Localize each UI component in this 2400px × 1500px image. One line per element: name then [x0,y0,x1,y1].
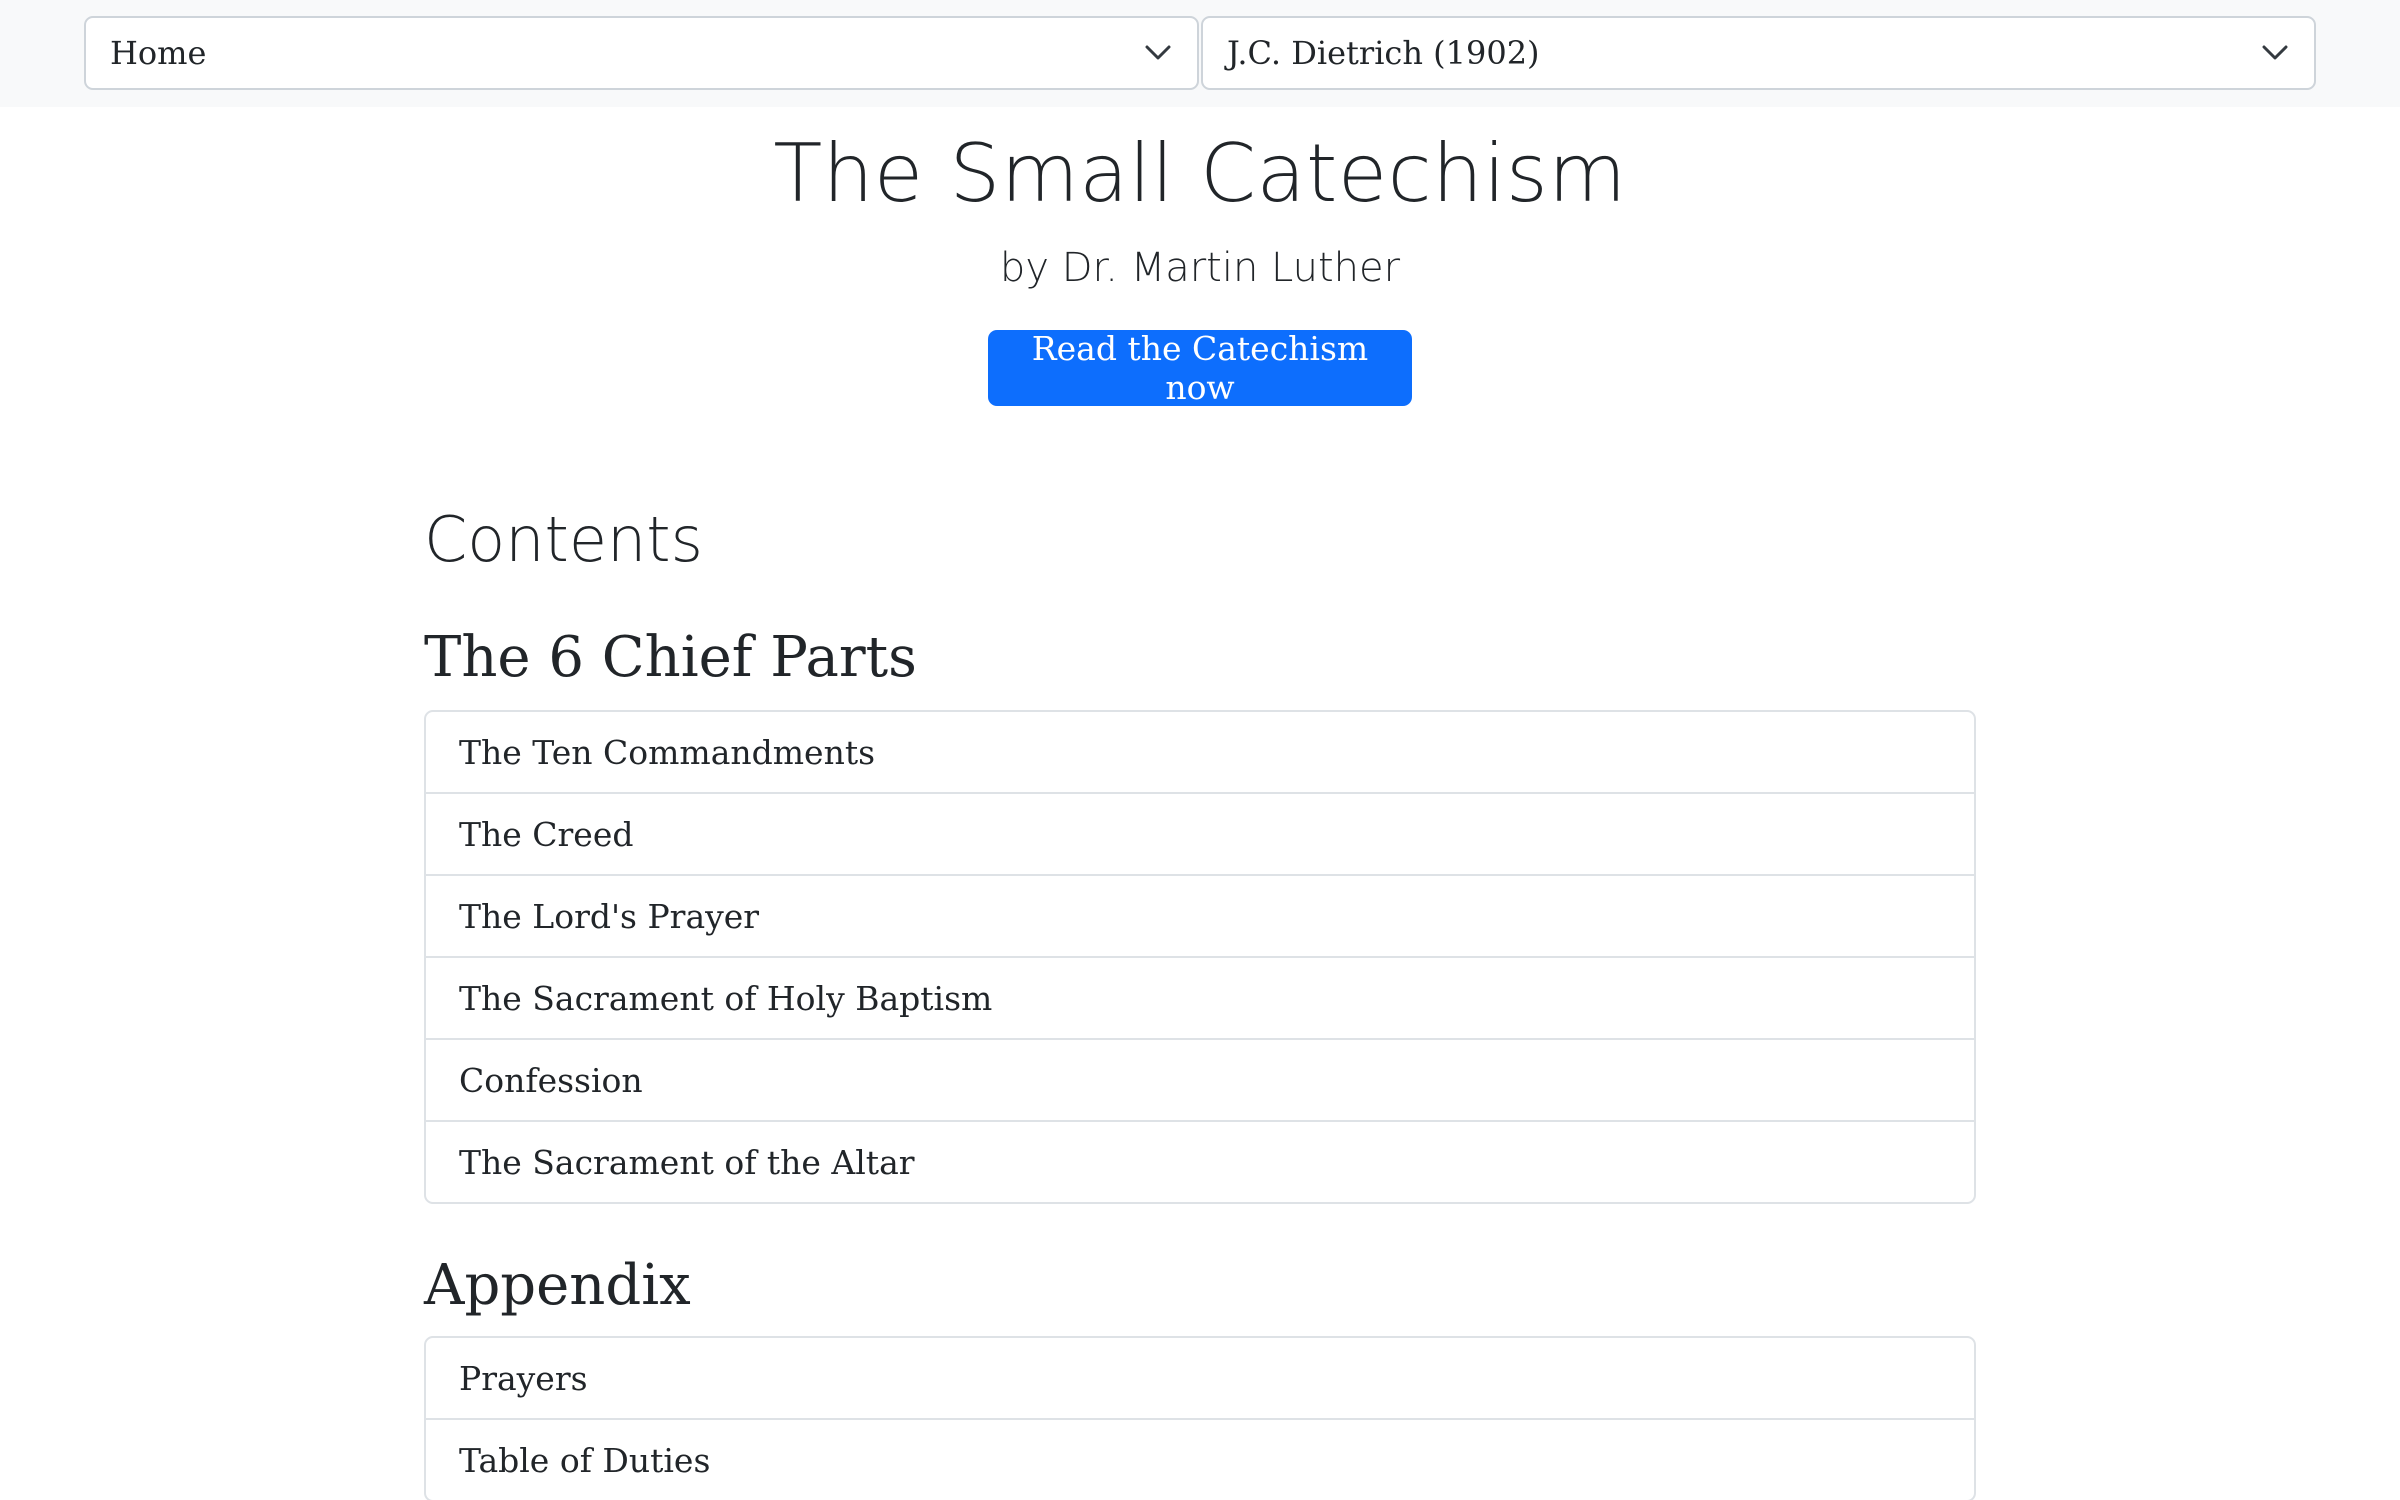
translation-select-value: J.C. Dietrich (1902) [1227,34,1540,72]
appendix-list: Prayers Table of Duties [424,1336,1976,1500]
read-catechism-button[interactable]: Read the Catechism now [988,329,1412,407]
page-select[interactable]: Home [84,16,1199,90]
page-select-value: Home [110,34,207,72]
chevron-down-icon [2262,45,2288,60]
list-item[interactable]: Table of Duties [426,1418,1974,1500]
list-item[interactable]: The Creed [426,792,1974,874]
top-navbar: Home J.C. Dietrich (1902) [0,0,2400,107]
list-item[interactable]: The Sacrament of Holy Baptism [426,956,1974,1038]
author-subtitle: by Dr. Martin Luther [999,245,1401,291]
section-heading-chief-parts: The 6 Chief Parts [424,625,917,690]
list-item[interactable]: The Ten Commandments [426,712,1974,792]
chevron-down-icon [1145,45,1171,60]
list-item[interactable]: Confession [426,1038,1974,1120]
list-item[interactable]: The Lord's Prayer [426,874,1974,956]
list-item[interactable]: Prayers [426,1338,1974,1418]
list-item[interactable]: The Sacrament of the Altar [426,1120,1974,1202]
contents-heading: Contents [424,503,703,576]
translation-select[interactable]: J.C. Dietrich (1902) [1201,16,2316,90]
section-heading-appendix: Appendix [424,1253,691,1318]
chief-parts-list: The Ten Commandments The Creed The Lord'… [424,710,1976,1204]
page-title: The Small Catechism [773,127,1627,220]
